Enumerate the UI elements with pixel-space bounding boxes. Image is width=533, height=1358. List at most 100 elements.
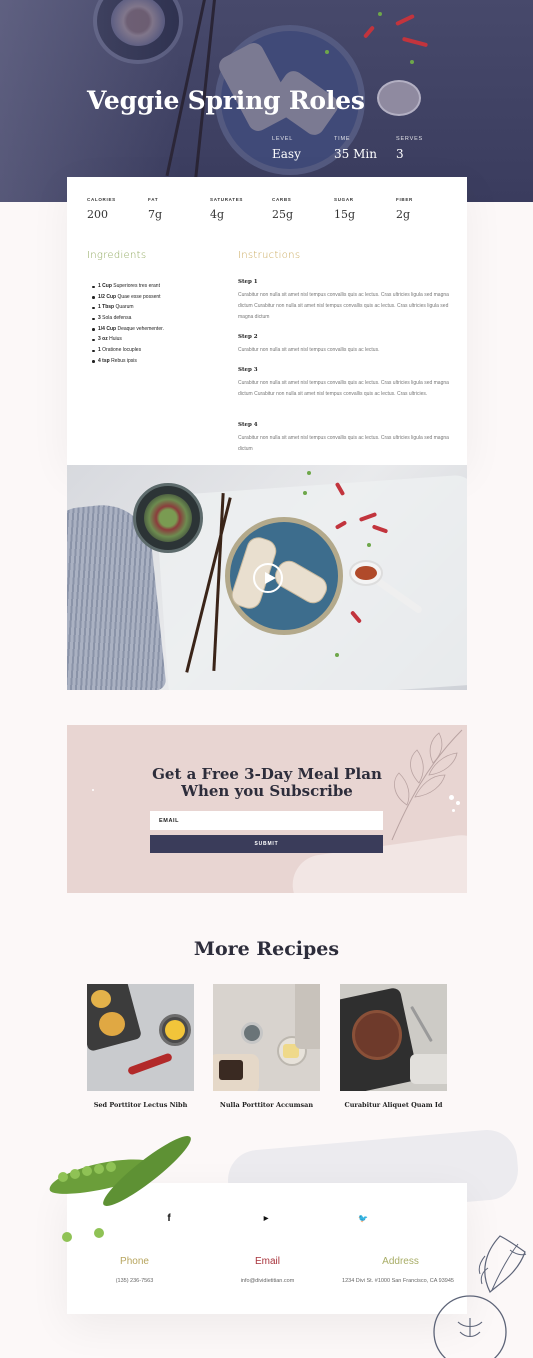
chili-decoration — [401, 36, 429, 48]
step-title: Step 4 — [238, 422, 258, 428]
recipe-thumb-3[interactable] — [340, 984, 447, 1091]
instructions-title: Instructions — [238, 250, 301, 261]
contact-phone-title: Phone — [120, 1256, 149, 1267]
list-item: 4 tsp Rebus ipsis — [92, 356, 164, 367]
step-1: Step 1 Curabitur non nulla sit amet nisl… — [238, 279, 453, 323]
step-text: Curabitur non nulla sit amet nisl tempus… — [238, 435, 449, 452]
nutrition-label: SUGAR — [334, 197, 354, 202]
pea-decoration — [106, 1162, 116, 1172]
nutrition-value: 25g — [272, 208, 294, 221]
nutrition-sugar: SUGAR 15g — [334, 197, 355, 221]
nutrition-value: 2g — [396, 208, 411, 221]
herb-decoration — [367, 543, 371, 547]
step-title: Step 2 — [238, 334, 258, 340]
ingredient-qty: 1 Cup — [98, 283, 112, 289]
list-item: 1 Oratione locuples — [92, 345, 164, 356]
ingredient-text: Rebus ipsis — [111, 357, 137, 364]
contact-phone-value[interactable]: (135) 236-7563 — [68, 1278, 201, 1284]
nutrition-carbs: CARBS 25g — [272, 197, 293, 221]
pea-decoration — [70, 1169, 80, 1179]
dot-decoration — [456, 801, 460, 805]
herb-decoration — [307, 471, 311, 475]
nutrition-label: CALORIES — [87, 197, 116, 202]
step-text: Curabitur non nulla sit amet nisl tempus… — [238, 292, 449, 320]
ingredients-title: Ingredients — [87, 250, 147, 261]
step-3: Step 3 Curabitur non nulla sit amet nisl… — [238, 367, 453, 400]
recipe-title-3[interactable]: Curabitur Aliquet Quam Id — [327, 1101, 460, 1109]
herb-decoration — [335, 653, 339, 657]
ingredient-qty: 4 tsp — [98, 357, 110, 364]
youtube-icon[interactable]: ▶ — [258, 1215, 274, 1222]
ingredient-qty: 3 oz — [98, 336, 108, 343]
herb-decoration — [378, 12, 382, 16]
ingredient-text: Sola defensa — [102, 315, 132, 322]
recipe-thumb-1[interactable] — [87, 984, 194, 1091]
nutrition-value: 200 — [87, 208, 108, 221]
ingredient-qty: 1/2 Cup — [98, 293, 117, 300]
step-text: Curabitur non nulla sit amet nisl tempus… — [238, 380, 449, 397]
dot-decoration — [452, 809, 455, 812]
ingredient-qty: 1 — [98, 347, 101, 354]
nutrition-value: 7g — [148, 208, 163, 221]
email-field[interactable] — [150, 811, 383, 830]
nutrition-value: 4g — [210, 208, 225, 221]
stat-value: 35 Min — [334, 147, 377, 161]
stat-label: LEVEL — [272, 136, 294, 142]
subscribe-title-line1: Get a Free 3-Day Meal Plan — [152, 765, 382, 783]
step-text: Curabitur non nulla sit amet nisl tempus… — [238, 347, 380, 353]
pea-decoration — [82, 1166, 92, 1176]
ingredient-text: Huius — [109, 336, 122, 343]
hero-banner: Veggie Spring Roles LEVEL Easy TIME 35 M… — [0, 0, 533, 202]
ingredient-text: Quae esse possent — [117, 293, 161, 300]
facebook-icon[interactable]: f — [161, 1213, 177, 1224]
chili-decoration — [395, 13, 415, 27]
herb-decoration — [325, 50, 329, 54]
herb-sketch-icon — [433, 1235, 527, 1358]
recipe-title-1[interactable]: Sed Porttitor Lectus Nibh — [74, 1101, 207, 1109]
recipe-card: CALORIES 200 FAT 7g SATURATES 4g CARBS 2… — [67, 177, 467, 465]
stat-value: Easy — [272, 147, 301, 161]
nutrition-fat: FAT 7g — [148, 197, 162, 221]
stat-level: LEVEL Easy — [272, 136, 301, 161]
ingredient-qty: 1/4 Cup — [98, 325, 117, 332]
stat-label: SERVES — [396, 136, 424, 142]
twitter-icon[interactable]: 🐦 — [355, 1214, 371, 1223]
ingredient-qty: 1 Tbsp — [98, 304, 115, 311]
list-item: 3 Sola defensa — [92, 313, 164, 324]
sauce-spoon — [349, 560, 383, 586]
stat-time: TIME 35 Min — [334, 136, 377, 161]
list-item: 1/4 Cup Deaque vehementer. — [92, 324, 164, 335]
hero-sauce-spoon — [377, 80, 421, 116]
pea-decoration — [94, 1164, 104, 1174]
nutrition-label: CARBS — [272, 197, 292, 202]
list-item: 1/2 Cup Quae esse possent — [92, 292, 164, 303]
nutrition-saturates: SATURATES 4g — [210, 197, 243, 221]
list-item: 1 Tbsp Quarum — [92, 302, 164, 313]
page-title: Veggie Spring Roles — [87, 86, 365, 115]
stat-serves: SERVES 3 — [396, 136, 423, 161]
recipe-thumb-2[interactable] — [213, 984, 320, 1091]
step-2: Step 2 Curabitur non nulla sit amet nisl… — [238, 334, 379, 356]
list-item: 3 oz Huius — [92, 334, 164, 345]
step-title: Step 3 — [238, 367, 258, 373]
pea-decoration — [62, 1232, 72, 1242]
nutrition-label: FIBER — [396, 197, 413, 202]
stat-label: TIME — [334, 136, 351, 142]
contact-email-value[interactable]: info@dividietitian.com — [201, 1278, 334, 1284]
recipe-video[interactable] — [67, 465, 467, 690]
herb-decoration — [303, 491, 307, 495]
salad-bowl-image — [133, 483, 203, 553]
play-icon[interactable] — [253, 563, 283, 593]
list-item: 1 Cup Superiores tres erant — [92, 281, 164, 292]
more-recipes-title: More Recipes — [193, 938, 340, 960]
submit-button[interactable]: SUBMIT — [150, 835, 383, 853]
pea-decoration — [58, 1172, 68, 1182]
recipe-title-2[interactable]: Nulla Porttitor Accumsan — [200, 1101, 333, 1109]
nutrition-value: 15g — [334, 208, 356, 221]
step-title: Step 1 — [238, 279, 258, 285]
ingredient-text: Oratione locuples — [102, 347, 142, 354]
subscribe-title-line2: When you Subscribe — [181, 782, 353, 800]
ingredient-text: Deaque vehementer. — [117, 325, 164, 332]
subscribe-section: Get a Free 3-Day Meal Plan When you Subs… — [67, 725, 467, 893]
stat-value: 3 — [396, 147, 404, 161]
